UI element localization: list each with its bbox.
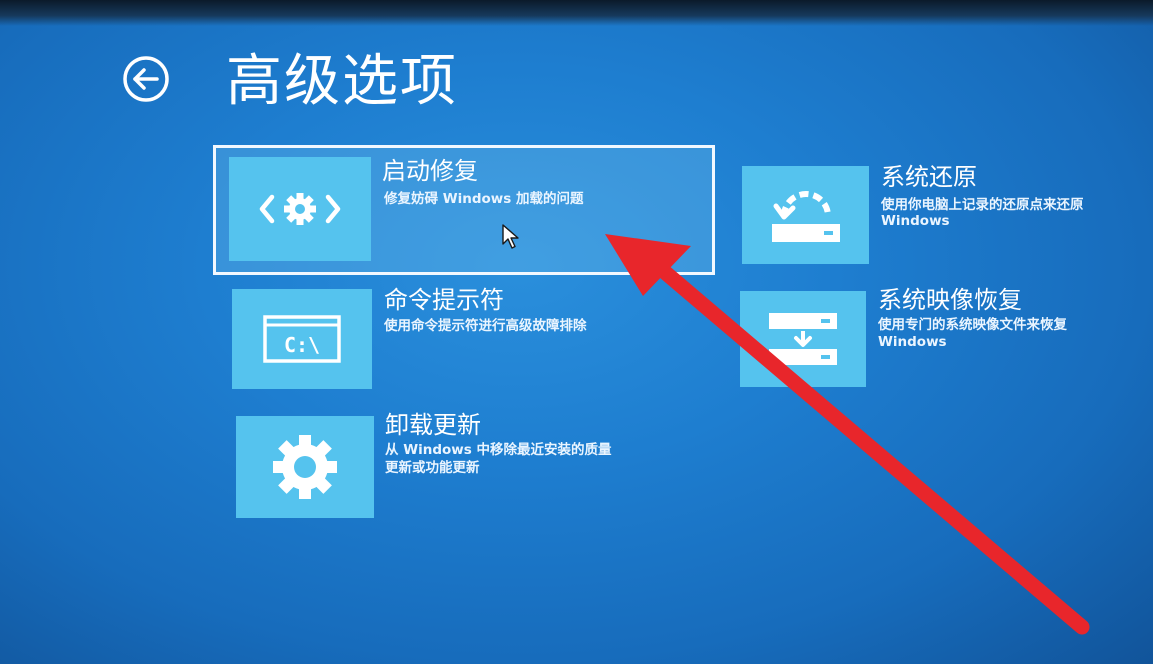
mouse-pointer-icon: [502, 224, 519, 249]
command-prompt-icon-text: C:\: [284, 333, 320, 357]
option-title: 系统映像恢复: [878, 286, 1022, 314]
option-system-restore[interactable]: 系统还原 使用你电脑上记录的还原点来还原 Windows: [742, 160, 1142, 268]
option-description-line2: Windows: [881, 213, 950, 229]
option-uninstall-updates[interactable]: 卸载更新 从 Windows 中移除最近安装的质量 更新或功能更新: [236, 410, 686, 520]
system-image-icon: [769, 313, 837, 365]
back-button[interactable]: [120, 56, 172, 102]
option-command-prompt[interactable]: C:\ 命令提示符 使用命令提示符进行高级故障排除: [232, 283, 682, 391]
system-restore-tile: [742, 166, 869, 264]
back-arrow-circle-icon: [123, 56, 169, 102]
system-restore-icon: [771, 191, 840, 242]
option-title: 卸载更新: [385, 411, 481, 439]
option-title: 命令提示符: [384, 286, 504, 314]
option-description-line2: 更新或功能更新: [385, 460, 480, 476]
screen-bezel: [0, 0, 1153, 26]
page-title: 高级选项: [226, 49, 458, 114]
command-prompt-icon: C:\: [263, 315, 341, 363]
option-description-line2: Windows: [878, 334, 947, 350]
option-system-image-recovery[interactable]: 系统映像恢复 使用专门的系统映像文件来恢复 Windows: [740, 285, 1140, 393]
system-image-tile: [740, 291, 866, 387]
gear-icon: [273, 435, 337, 499]
option-description-line1: 从 Windows 中移除最近安装的质量: [385, 442, 612, 458]
startup-repair-icon: [259, 193, 341, 225]
option-description: 使用命令提示符进行高级故障排除: [384, 318, 587, 334]
startup-repair-tile: [229, 157, 371, 261]
option-description: 修复妨碍 Windows 加载的问题: [384, 191, 584, 207]
option-title: 系统还原: [881, 163, 977, 191]
uninstall-updates-tile: [236, 416, 374, 518]
option-title: 启动修复: [382, 157, 478, 185]
command-prompt-tile: C:\: [232, 289, 372, 389]
option-startup-repair[interactable]: 启动修复 修复妨碍 Windows 加载的问题: [213, 145, 715, 275]
